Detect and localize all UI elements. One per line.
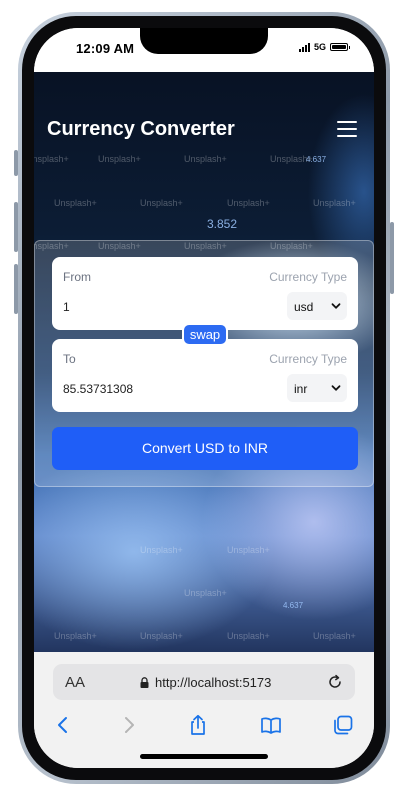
- from-label: From: [63, 270, 91, 284]
- watermark: Unsplash+: [140, 545, 183, 555]
- url-text: http://localhost:5173: [155, 675, 272, 690]
- to-currency-select[interactable]: inr: [287, 374, 347, 402]
- volume-up-button: [14, 202, 18, 252]
- watermark: Unsplash+: [184, 154, 227, 164]
- watermark: Unsplash+: [184, 588, 227, 598]
- status-bar: 12:09 AM 5G: [34, 28, 374, 72]
- address-bar[interactable]: AA http://localhost:5173: [53, 664, 355, 700]
- share-icon[interactable]: [187, 714, 209, 736]
- watermark: Unsplash+: [313, 631, 356, 641]
- background-number: 3.852: [207, 217, 238, 231]
- swap-button[interactable]: swap: [182, 323, 228, 346]
- ringer-switch: [14, 150, 18, 176]
- home-indicator: [140, 754, 268, 759]
- chevron-down-icon: [331, 385, 341, 391]
- chevron-down-icon: [331, 303, 341, 309]
- convert-button[interactable]: Convert USD to INR: [52, 427, 358, 470]
- volume-down-button: [14, 264, 18, 314]
- watermark: Unsplash+: [34, 154, 69, 164]
- background-number: 4.637: [306, 155, 327, 164]
- hamburger-menu-icon[interactable]: [337, 121, 357, 137]
- bookmarks-icon[interactable]: [260, 714, 282, 736]
- watermark: Unsplash+: [54, 631, 97, 641]
- watermark: Unsplash+: [313, 198, 356, 208]
- status-indicators: 5G: [298, 42, 350, 52]
- to-currency-value: inr: [294, 382, 308, 396]
- lock-icon: [140, 677, 149, 688]
- from-currency-value: usd: [294, 300, 314, 314]
- power-button: [390, 222, 394, 294]
- watermark: Unsplash+: [140, 631, 183, 641]
- network-label: 5G: [313, 42, 326, 52]
- to-card: To Currency Type 85.53731308 inr: [52, 339, 358, 412]
- phone-screen: 12:09 AM 5G Unsplash+ Unsplash+ Unsplash…: [34, 28, 374, 768]
- from-currency-type-label: Currency Type: [269, 270, 347, 284]
- back-icon[interactable]: [52, 714, 74, 736]
- app-background: Unsplash+ Unsplash+ Unsplash+ Unsplash+ …: [34, 72, 374, 652]
- from-amount-input[interactable]: 1: [63, 300, 70, 314]
- from-card: From Currency Type 1 usd: [52, 257, 358, 330]
- browser-bottom-bar: AA http://localhost:5173: [34, 652, 374, 768]
- to-label: To: [63, 352, 76, 366]
- status-time: 12:09 AM: [76, 41, 135, 56]
- reload-icon[interactable]: [327, 674, 343, 690]
- watermark: Unsplash+: [227, 631, 270, 641]
- to-amount-field[interactable]: 85.53731308: [63, 382, 133, 396]
- watermark: Unsplash+: [227, 545, 270, 555]
- tabs-icon[interactable]: [332, 714, 354, 736]
- watermark: Unsplash+: [140, 198, 183, 208]
- to-currency-type-label: Currency Type: [269, 352, 347, 366]
- forward-icon[interactable]: [118, 714, 140, 736]
- from-currency-select[interactable]: usd: [287, 292, 347, 320]
- app-title: Currency Converter: [47, 118, 235, 140]
- watermark: Unsplash+: [227, 198, 270, 208]
- background-number: 4.637: [283, 601, 304, 610]
- battery-icon: [330, 43, 350, 51]
- signal-icon: [298, 42, 310, 52]
- watermark: Unsplash+: [98, 154, 141, 164]
- text-size-icon[interactable]: AA: [65, 674, 85, 691]
- camera-notch: [140, 28, 268, 54]
- watermark: Unsplash+: [54, 198, 97, 208]
- converter-panel: From Currency Type 1 usd To Currency Typ…: [34, 240, 374, 487]
- text-size-label: AA: [65, 674, 86, 691]
